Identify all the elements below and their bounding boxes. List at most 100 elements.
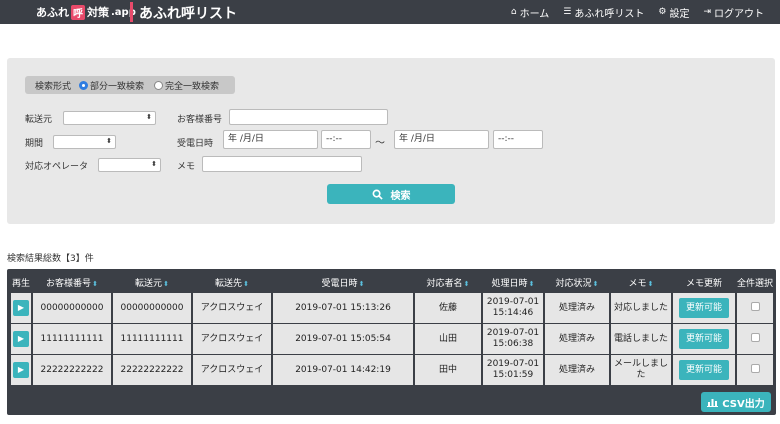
- chevron-updown-icon: ⬍: [146, 113, 152, 121]
- memo-input[interactable]: [202, 156, 362, 172]
- col-transfer-from[interactable]: 転送元⬍: [113, 272, 191, 292]
- transfer-from-select[interactable]: ⬍: [63, 111, 156, 125]
- row-checkbox[interactable]: [750, 332, 760, 342]
- period-select[interactable]: ⬍: [53, 135, 116, 149]
- sort-icon: ⬍: [463, 279, 470, 288]
- csv-export-label: CSV出力: [722, 398, 765, 410]
- top-navbar: あふれ呼対策 .app あふれ呼リスト ⌂ ホーム ☰ あふれ呼リスト ⚙ 設定 ⇥ ログ…: [0, 0, 780, 24]
- col-transfer-to[interactable]: 転送先⬍: [193, 272, 271, 292]
- search-button[interactable]: 検索: [327, 184, 455, 204]
- processed-time: 15:06:38: [492, 339, 534, 349]
- received-end-time[interactable]: --:--: [493, 130, 543, 149]
- received-start-date[interactable]: 年 /月/日: [223, 130, 318, 149]
- sort-icon: ⬍: [163, 279, 169, 288]
- radio-exact-match[interactable]: 完全一致検索: [154, 79, 219, 92]
- play-icon[interactable]: ▶: [13, 331, 29, 347]
- transfer-from-label: 転送元: [25, 115, 53, 125]
- col-processed-label: 処理日時: [491, 278, 528, 289]
- app-logo[interactable]: あふれ呼対策 .app: [36, 4, 136, 20]
- main-nav: ⌂ ホーム ☰ あふれ呼リスト ⚙ 設定 ⇥ ログアウト: [511, 0, 764, 24]
- memo-update-button[interactable]: 更新可能: [679, 329, 729, 349]
- radio-exact-dot[interactable]: [154, 80, 164, 90]
- transfer-to-cell: アクロスウェイ: [193, 293, 271, 323]
- nav-overflow-list-label: あふれ呼リスト: [574, 8, 645, 20]
- results-table: 再生 お客様番号⬍ 転送元⬍ 転送先⬍ 受電日時⬍ 対応者名⬍ 処理日時⬍ 対応…: [9, 271, 775, 386]
- nav-home[interactable]: ⌂ ホーム: [511, 5, 549, 20]
- radio-partial-match[interactable]: 部分一致検索: [79, 79, 144, 92]
- nav-settings[interactable]: ⚙ 設定: [658, 5, 689, 20]
- received-end-date[interactable]: 年 /月/日: [394, 130, 489, 149]
- radio-partial-dot[interactable]: [79, 80, 89, 90]
- memo-cell: メールしました: [611, 355, 671, 385]
- status-cell: 処理済み: [545, 324, 609, 354]
- select-cell: [737, 324, 774, 354]
- sort-icon: ⬍: [243, 279, 249, 288]
- radio-partial-label: 部分一致検索: [90, 81, 145, 92]
- handler-cell: 田中: [415, 355, 481, 385]
- received-cell: 2019-07-01 15:13:26: [273, 293, 413, 323]
- table-row: ▶ 00000000000 00000000000 アクロスウェイ 2019-0…: [11, 293, 774, 323]
- nav-home-label: ホーム: [519, 8, 550, 20]
- play-cell: ▶: [11, 324, 31, 354]
- memo-update-button[interactable]: 更新可能: [679, 298, 729, 318]
- operator-select[interactable]: ⬍: [98, 158, 161, 172]
- status-cell: 処理済み: [545, 355, 609, 385]
- sort-icon: ⬍: [528, 279, 535, 288]
- sort-icon: ⬍: [647, 279, 654, 288]
- col-memo-update: メモ更新: [673, 272, 735, 292]
- memo-update-button[interactable]: 更新可能: [679, 360, 729, 380]
- memo-update-cell: 更新可能: [673, 355, 735, 385]
- play-icon[interactable]: ▶: [13, 362, 29, 378]
- col-customer-no[interactable]: お客様番号⬍: [33, 272, 111, 292]
- customer-no-cell: 00000000000: [33, 293, 111, 323]
- row-checkbox[interactable]: [750, 301, 760, 311]
- transfer-from-cell: 00000000000: [113, 293, 191, 323]
- customer-no-cell: 11111111111: [33, 324, 111, 354]
- chevron-updown-icon: ⬍: [106, 137, 112, 145]
- gear-icon: ⚙: [658, 7, 667, 17]
- col-status[interactable]: 対応状況⬍: [545, 272, 609, 292]
- processed-time: 15:14:46: [492, 308, 534, 318]
- customer-no-input[interactable]: [229, 109, 388, 125]
- nav-overflow-list[interactable]: ☰ あふれ呼リスト: [563, 5, 644, 20]
- memo-update-cell: 更新可能: [673, 324, 735, 354]
- nav-logout-label: ログアウト: [714, 8, 764, 20]
- chevron-updown-icon: ⬍: [151, 160, 157, 168]
- processed-cell: 2019-07-01 15:01:59: [483, 355, 543, 385]
- page-title: あふれ呼リスト: [139, 6, 237, 22]
- sort-icon: ⬍: [358, 279, 365, 288]
- transfer-from-cell: 11111111111: [113, 324, 191, 354]
- table-row: ▶ 22222222222 22222222222 アクロスウェイ 2019-0…: [11, 355, 774, 385]
- col-processed[interactable]: 処理日時⬍: [483, 272, 543, 292]
- nav-logout[interactable]: ⇥ ログアウト: [703, 5, 764, 20]
- logo-text: あふれ: [36, 6, 69, 19]
- handler-cell: 山田: [415, 324, 481, 354]
- handler-cell: 佐藤: [415, 293, 481, 323]
- transfer-to-cell: アクロスウェイ: [193, 355, 271, 385]
- processed-date: 2019-07-01: [486, 297, 540, 307]
- search-button-label: 検索: [390, 190, 411, 202]
- memo-update-cell: 更新可能: [673, 293, 735, 323]
- row-checkbox[interactable]: [750, 363, 760, 373]
- col-status-label: 対応状況: [555, 278, 592, 289]
- memo-cell: 電話しました: [611, 324, 671, 354]
- processed-cell: 2019-07-01 15:06:38: [483, 324, 543, 354]
- received-cell: 2019-07-01 15:05:54: [273, 324, 413, 354]
- transfer-from-cell: 22222222222: [113, 355, 191, 385]
- col-memo-label: メモ: [628, 278, 647, 289]
- operator-label: 対応オペレータ: [25, 162, 89, 172]
- received-start-time[interactable]: --:--: [321, 130, 371, 149]
- col-received-label: 受電日時: [321, 278, 358, 289]
- processed-date: 2019-07-01: [486, 328, 540, 338]
- logo-divider: [130, 2, 133, 22]
- play-icon[interactable]: ▶: [13, 300, 29, 316]
- col-handler[interactable]: 対応者名⬍: [415, 272, 481, 292]
- col-memo[interactable]: メモ⬍: [611, 272, 671, 292]
- col-received[interactable]: 受電日時⬍: [273, 272, 413, 292]
- csv-export-button[interactable]: CSV出力: [701, 392, 771, 412]
- search-icon: [372, 189, 383, 200]
- bar-chart-icon: [707, 399, 719, 407]
- processed-cell: 2019-07-01 15:14:46: [483, 293, 543, 323]
- col-select-all[interactable]: 全件選択: [737, 272, 773, 292]
- memo-cell: 対応しました: [611, 293, 671, 323]
